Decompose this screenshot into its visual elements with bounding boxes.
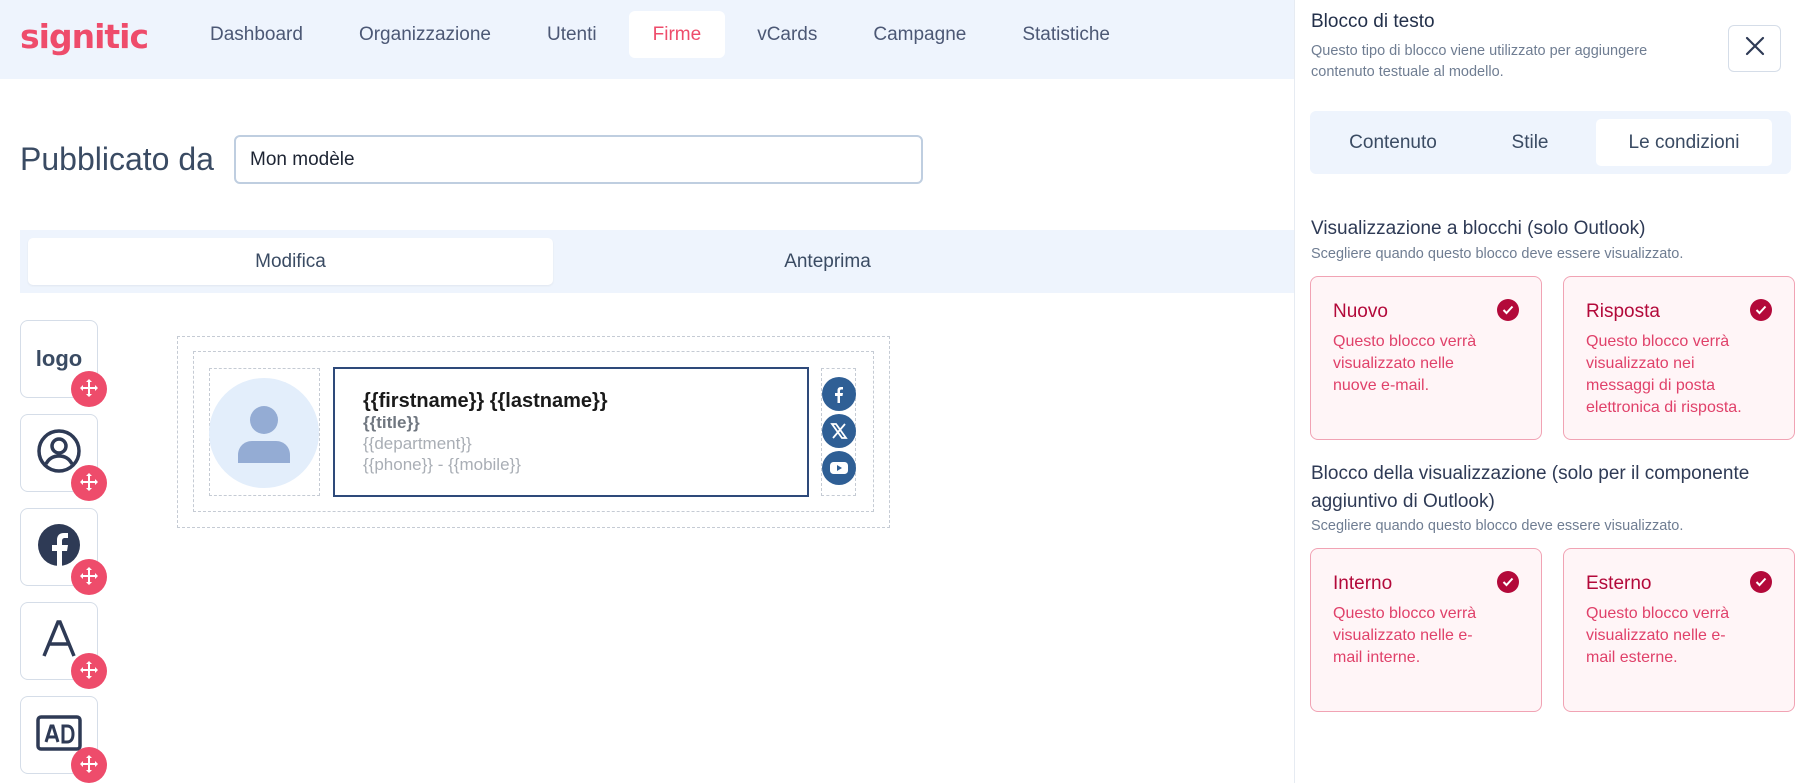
- brand-logo[interactable]: signitic: [20, 17, 149, 56]
- tab-stile[interactable]: Stile: [1470, 119, 1590, 166]
- panel-tabs: Contenuto Stile Le condizioni: [1310, 111, 1791, 174]
- nav-item-statistiche[interactable]: Statistiche: [998, 11, 1134, 58]
- check-circle-icon: [1750, 299, 1772, 321]
- section-block-display-subtitle: Scegliere quando questo blocco deve esse…: [1311, 246, 1684, 262]
- move-icon[interactable]: [71, 747, 107, 783]
- card-title: Interno: [1333, 573, 1393, 594]
- text-block-selected[interactable]: {{firstname}} {{lastname}} {{title}} {{d…: [333, 367, 809, 497]
- nav-item-campagne[interactable]: Campagne: [849, 11, 990, 58]
- nav-item-organizzazione[interactable]: Organizzazione: [335, 11, 515, 58]
- nav-item-dashboard[interactable]: Dashboard: [186, 11, 327, 58]
- palette-logo-block[interactable]: logo: [20, 320, 107, 407]
- move-icon[interactable]: [71, 465, 107, 501]
- youtube-icon[interactable]: [822, 451, 856, 485]
- card-title: Nuovo: [1333, 301, 1388, 322]
- facebook-icon[interactable]: [822, 377, 856, 411]
- signature-department-line: {{department}}: [363, 434, 472, 453]
- page-title: Pubblicato da: [20, 141, 214, 177]
- palette-logo-label: logo: [35, 346, 83, 371]
- condition-card-esterno[interactable]: Esterno Questo blocco verrà visualizzato…: [1563, 548, 1795, 712]
- check-circle-icon: [1497, 299, 1519, 321]
- nav-item-firme[interactable]: Firme: [628, 11, 726, 58]
- top-navigation-bar: signitic Dashboard Organizzazione Utenti…: [0, 0, 1294, 79]
- tab-le-condizioni[interactable]: Le condizioni: [1596, 119, 1772, 166]
- panel-description: Questo tipo di blocco viene utilizzato p…: [1311, 43, 1648, 80]
- nav-item-vcards[interactable]: vCards: [733, 11, 841, 58]
- close-icon: [1744, 35, 1766, 62]
- move-icon[interactable]: [71, 371, 107, 407]
- ad-icon: [35, 713, 83, 758]
- section-block-display-title: Visualizzazione a blocchi (solo Outlook): [1311, 218, 1646, 239]
- card-description: Questo blocco verrà visualizzato nei mes…: [1586, 333, 1742, 416]
- check-circle-icon: [1750, 571, 1772, 593]
- tab-contenuto[interactable]: Contenuto: [1318, 119, 1468, 166]
- x-icon[interactable]: [822, 414, 856, 448]
- palette-text-block[interactable]: [20, 602, 107, 689]
- nav-item-utenti[interactable]: Utenti: [523, 11, 621, 58]
- palette-social-block[interactable]: [20, 508, 107, 595]
- panel-title: Blocco di testo: [1311, 11, 1435, 32]
- signature-phone-line: {{phone}} - {{mobile}}: [363, 455, 521, 474]
- signature-name-input[interactable]: [234, 135, 923, 184]
- block-settings-panel: Blocco di testo Questo tipo di blocco vi…: [1294, 0, 1800, 783]
- section-visibility-subtitle: Scegliere quando questo blocco deve esse…: [1311, 518, 1684, 534]
- tab-modifica[interactable]: Modifica: [28, 238, 553, 285]
- condition-card-nuovo[interactable]: Nuovo Questo blocco verrà visualizzato n…: [1310, 276, 1542, 440]
- palette-avatar-block[interactable]: [20, 414, 107, 501]
- close-button[interactable]: [1728, 25, 1781, 72]
- main-nav: Dashboard Organizzazione Utenti Firme vC…: [186, 11, 1134, 58]
- card-description: Questo blocco verrà visualizzato nelle e…: [1333, 605, 1477, 666]
- section-visibility-title: Blocco della visualizzazione (solo per i…: [1311, 463, 1750, 512]
- tab-anteprima[interactable]: Anteprima: [565, 238, 1090, 285]
- condition-card-risposta[interactable]: Risposta Questo blocco verrà visualizzat…: [1563, 276, 1795, 440]
- avatar[interactable]: [209, 378, 319, 488]
- palette-ad-block[interactable]: [20, 696, 107, 783]
- card-title: Risposta: [1586, 301, 1660, 322]
- signature-title-line: {{title}}: [363, 413, 420, 432]
- card-description: Questo blocco verrà visualizzato nelle n…: [1333, 333, 1477, 394]
- move-icon[interactable]: [71, 559, 107, 595]
- card-description: Questo blocco verrà visualizzato nelle e…: [1586, 605, 1730, 666]
- move-icon[interactable]: [71, 653, 107, 689]
- signature-name-line: {{firstname}} {{lastname}}: [363, 390, 608, 412]
- check-circle-icon: [1497, 571, 1519, 593]
- card-title: Esterno: [1586, 573, 1652, 594]
- condition-card-interno[interactable]: Interno Questo blocco verrà visualizzato…: [1310, 548, 1542, 712]
- mode-tabs: Modifica Anteprima: [20, 230, 1294, 293]
